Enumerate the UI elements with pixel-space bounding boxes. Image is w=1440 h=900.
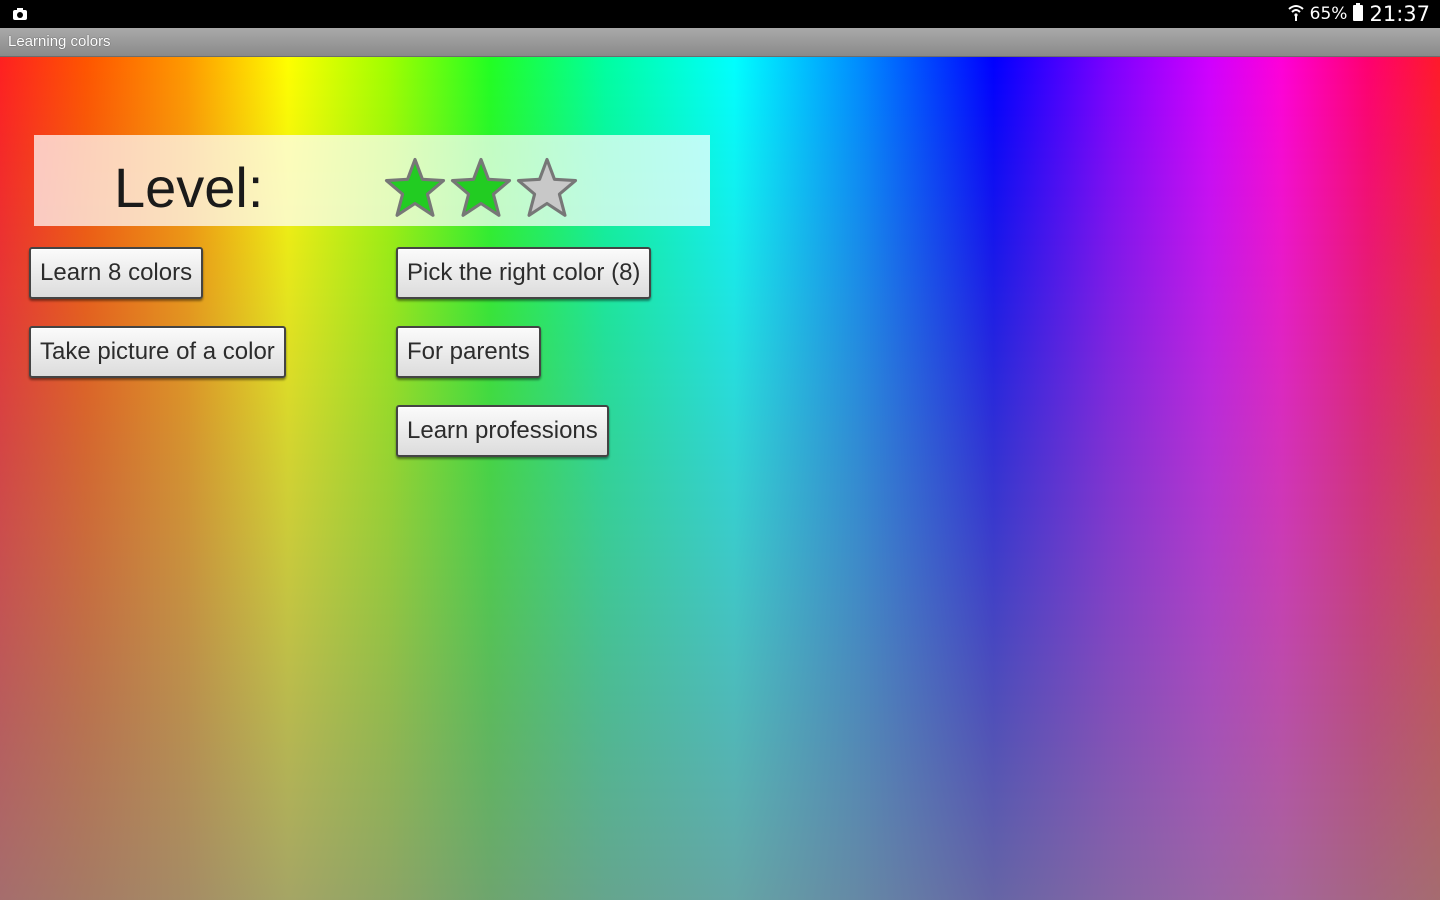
battery-icon bbox=[1353, 3, 1364, 25]
for-parents-button[interactable]: For parents bbox=[396, 326, 541, 378]
star-icon bbox=[384, 157, 446, 217]
level-label: Level: bbox=[114, 156, 264, 219]
screenshot-icon bbox=[12, 7, 28, 21]
app-title: Learning colors bbox=[8, 33, 111, 50]
app-title-bar: Learning colors bbox=[0, 28, 1440, 57]
star-icon bbox=[450, 157, 512, 217]
pick-color-button[interactable]: Pick the right color (8) bbox=[396, 247, 652, 299]
level-stars bbox=[384, 157, 578, 219]
status-clock: 21:37 bbox=[1369, 2, 1430, 26]
learn-colors-button[interactable]: Learn 8 colors bbox=[29, 247, 204, 299]
level-panel: Level: bbox=[34, 135, 710, 226]
learn-professions-button[interactable]: Learn professions bbox=[396, 405, 609, 457]
take-picture-button[interactable]: Take picture of a color bbox=[29, 326, 286, 378]
status-bar: 65% 21:37 bbox=[0, 0, 1440, 28]
star-icon bbox=[516, 157, 578, 217]
battery-percent: 65% bbox=[1309, 4, 1348, 24]
wifi-icon bbox=[1288, 3, 1304, 25]
